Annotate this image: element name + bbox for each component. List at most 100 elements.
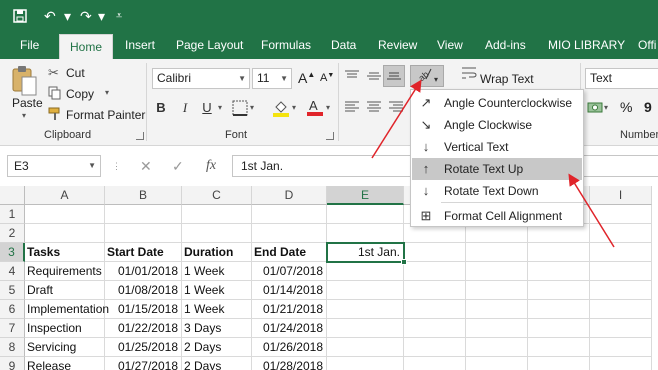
cell-a6[interactable]: Implementation	[25, 300, 109, 319]
font-color-dropdown-icon[interactable]: ▾	[326, 103, 330, 112]
column-header-d[interactable]: D	[252, 186, 327, 205]
redo-icon[interactable]: ↷	[80, 0, 92, 32]
orientation-button[interactable]: ab ▾	[410, 65, 444, 87]
cut-button[interactable]: Cut	[66, 66, 85, 80]
bold-button[interactable]: B	[150, 97, 172, 119]
cell-e4[interactable]	[327, 262, 404, 281]
insert-function-button[interactable]: fx	[206, 155, 216, 177]
underline-dropdown-icon[interactable]: ▾	[218, 103, 222, 112]
accounting-dropdown-icon[interactable]: ▾	[604, 103, 608, 112]
font-name-select[interactable]: Calibri ▼	[152, 68, 250, 89]
tab-home[interactable]: Home	[59, 34, 114, 59]
row-header-5[interactable]: 5	[0, 281, 25, 300]
cell-g6[interactable]	[466, 300, 528, 319]
top-align-icon[interactable]	[344, 70, 360, 85]
font-size-select[interactable]: 11 ▼	[252, 68, 292, 89]
header-cell-b3[interactable]: Start Date	[105, 243, 182, 262]
header-cell-c3[interactable]: Duration	[182, 243, 252, 262]
cell-a8[interactable]: Servicing	[25, 338, 105, 357]
cell-f4[interactable]	[404, 262, 466, 281]
cell-i7[interactable]	[590, 319, 652, 338]
cell-c2[interactable]	[182, 224, 252, 243]
cell-c5[interactable]: 1 Week	[182, 281, 252, 300]
wrap-text-button[interactable]: Wrap Text	[480, 72, 534, 86]
cell-f5[interactable]	[404, 281, 466, 300]
cell-e9[interactable]	[327, 357, 404, 370]
paste-icon[interactable]	[10, 65, 40, 96]
undo-icon[interactable]: ↶	[44, 0, 56, 32]
tab-view[interactable]: View	[437, 32, 463, 59]
cell-i1[interactable]	[590, 205, 652, 224]
cell-i2[interactable]	[590, 224, 652, 243]
cell-i8[interactable]	[590, 338, 652, 357]
cell-e1[interactable]	[327, 205, 404, 224]
fill-handle[interactable]	[401, 259, 407, 265]
cell-h9[interactable]	[528, 357, 590, 370]
cell-a4[interactable]: Requirements	[25, 262, 105, 281]
select-all-corner[interactable]	[0, 186, 25, 205]
cell-a9[interactable]: Release	[25, 357, 105, 370]
tab-mio-library[interactable]: MIO LIBRARY	[548, 32, 625, 59]
cell-g5[interactable]	[466, 281, 528, 300]
cancel-icon[interactable]: ✕	[140, 155, 152, 177]
percent-style-button[interactable]: %	[620, 99, 632, 115]
cell-i9[interactable]	[590, 357, 652, 370]
cell-d2[interactable]	[252, 224, 327, 243]
font-color-icon[interactable]: A	[306, 97, 324, 120]
cell-a7[interactable]: Inspection	[25, 319, 105, 338]
tab-insert[interactable]: Insert	[125, 32, 155, 59]
cell-a5[interactable]: Draft	[25, 281, 105, 300]
align-left-icon[interactable]	[344, 101, 360, 116]
cell-b1[interactable]	[105, 205, 182, 224]
format-painter-button[interactable]: Format Painter	[66, 108, 145, 122]
cell-b6[interactable]: 01/15/2018	[105, 300, 182, 319]
save-icon[interactable]	[12, 0, 28, 35]
middle-align-icon[interactable]	[366, 70, 382, 85]
tab-office[interactable]: Offi	[638, 32, 656, 59]
copy-dropdown-icon[interactable]: ▾	[105, 88, 109, 97]
copy-icon[interactable]	[48, 86, 62, 103]
row-header-2[interactable]: 2	[0, 224, 25, 243]
cell-d7[interactable]: 01/24/2018	[252, 319, 327, 338]
italic-button[interactable]: I	[174, 97, 196, 119]
underline-button[interactable]: U	[196, 97, 218, 119]
cell-f9[interactable]	[404, 357, 466, 370]
cell-a2[interactable]	[25, 224, 105, 243]
cell-g9[interactable]	[466, 357, 528, 370]
cell-i5[interactable]	[590, 281, 652, 300]
row-header-9[interactable]: 9	[0, 357, 25, 370]
cell-c7[interactable]: 3 Days	[182, 319, 252, 338]
cell-e7[interactable]	[327, 319, 404, 338]
column-header-b[interactable]: B	[105, 186, 182, 205]
cell-h3[interactable]	[528, 243, 590, 262]
align-right-icon[interactable]	[388, 101, 404, 116]
cut-icon[interactable]: ✂	[48, 65, 59, 81]
cell-c6[interactable]: 1 Week	[182, 300, 252, 319]
tab-file[interactable]: File	[20, 32, 39, 59]
bottom-align-button[interactable]	[383, 65, 405, 87]
tab-page-layout[interactable]: Page Layout	[176, 32, 243, 59]
column-header-c[interactable]: C	[182, 186, 252, 205]
cell-h8[interactable]	[528, 338, 590, 357]
cell-g3[interactable]	[466, 243, 528, 262]
row-header-3[interactable]: 3	[0, 243, 25, 262]
cell-c1[interactable]	[182, 205, 252, 224]
cell-c8[interactable]: 2 Days	[182, 338, 252, 357]
cell-b7[interactable]: 01/22/2018	[105, 319, 182, 338]
tab-data[interactable]: Data	[331, 32, 356, 59]
cell-d6[interactable]: 01/21/2018	[252, 300, 327, 319]
format-painter-icon[interactable]	[48, 107, 62, 124]
cell-i3[interactable]	[590, 243, 652, 262]
cell-d1[interactable]	[252, 205, 327, 224]
decrease-font-size-button[interactable]: A▼	[320, 72, 334, 84]
cell-h4[interactable]	[528, 262, 590, 281]
cell-b9[interactable]: 01/27/2018	[105, 357, 182, 370]
undo-dropdown-icon[interactable]: ▾	[64, 0, 71, 32]
cell-g4[interactable]	[466, 262, 528, 281]
accounting-format-icon[interactable]	[587, 100, 603, 117]
menu-item-rotate-text-down[interactable]: ↓ Rotate Text Down	[412, 180, 582, 202]
cell-h7[interactable]	[528, 319, 590, 338]
enter-icon[interactable]: ✓	[172, 155, 184, 177]
column-header-e[interactable]: E	[327, 186, 404, 205]
number-format-select[interactable]: Text	[585, 68, 658, 89]
